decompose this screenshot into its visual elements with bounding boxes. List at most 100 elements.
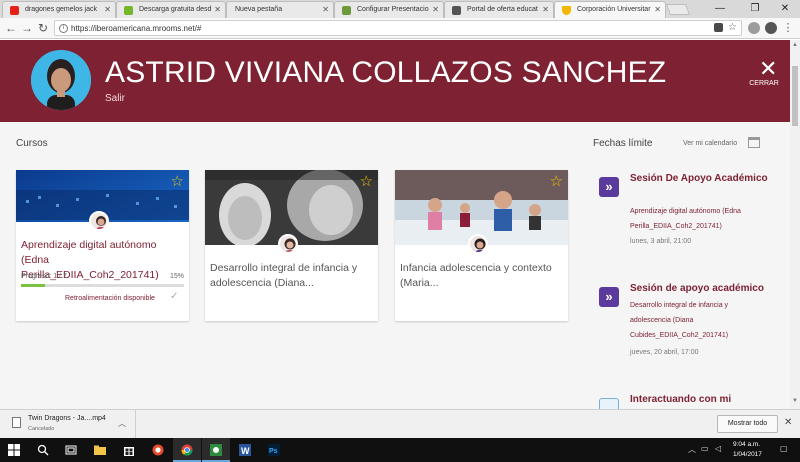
- forward-arrow-icon[interactable]: →: [20, 21, 34, 35]
- menu-icon[interactable]: ⋮: [781, 21, 795, 35]
- close-tab-icon[interactable]: ✕: [214, 5, 221, 14]
- browser-tab-title: Portal de oferta educat: [467, 6, 538, 13]
- restore-window-icon[interactable]: ❐: [740, 0, 770, 18]
- taskbar-app-button[interactable]: [144, 438, 172, 462]
- favorite-star-icon[interactable]: ☆: [360, 174, 373, 189]
- browser-tab-1[interactable]: dragones gemelos jack ✕: [2, 1, 116, 18]
- network-icon[interactable]: ▭: [701, 444, 709, 453]
- user-avatar[interactable]: [31, 50, 91, 110]
- browser-tab-5[interactable]: Portal de oferta educat ✕: [444, 1, 554, 18]
- taskbar-search-button[interactable]: [29, 438, 57, 462]
- browser-tab-4[interactable]: Configurar Presentacio ✕: [334, 1, 444, 18]
- svg-text:Ps: Ps: [269, 448, 278, 455]
- minimize-window-icon[interactable]: —: [705, 0, 735, 18]
- scroll-up-icon[interactable]: ▲: [790, 42, 800, 48]
- page-scrollbar[interactable]: ▲ ▼: [790, 40, 800, 409]
- teacher-avatar: [278, 234, 298, 254]
- back-arrow-icon[interactable]: ←: [4, 21, 18, 35]
- clock-time[interactable]: 9:04 a.m.: [733, 441, 760, 448]
- task-view-button[interactable]: [57, 438, 85, 462]
- file-explorer-button[interactable]: [86, 438, 114, 462]
- favorite-star-icon[interactable]: ☆: [550, 174, 563, 189]
- word-taskbar-button[interactable]: W: [231, 438, 259, 462]
- address-bar[interactable]: i https://iberoamericana.mrooms.net/# ☆: [54, 20, 742, 36]
- course-title-link[interactable]: Desarrollo integral de infancia y adoles…: [210, 261, 375, 291]
- reload-icon[interactable]: ↻: [36, 21, 50, 35]
- extension-cloud-icon[interactable]: [748, 22, 760, 34]
- event-document-icon: [599, 398, 619, 409]
- scroll-down-icon[interactable]: ▼: [790, 398, 800, 404]
- progress-percent: 15%: [169, 273, 184, 280]
- calendar-icon[interactable]: [748, 137, 760, 148]
- taskbar-app-button[interactable]: [202, 438, 230, 462]
- close-tab-icon[interactable]: ✕: [432, 5, 439, 14]
- chrome-icon: [181, 444, 193, 456]
- close-tab-icon[interactable]: ✕: [322, 5, 329, 14]
- favorite-star-icon[interactable]: ☆: [171, 174, 184, 189]
- profile-icon[interactable]: [765, 22, 777, 34]
- download-status: Cancelado: [28, 426, 55, 432]
- courses-section-title: Cursos: [16, 138, 48, 149]
- windows-taskbar: W Ps ︿ ▭ ◁ 9:04 a.m. 1/04/2017 ▢: [0, 438, 800, 462]
- notifications-icon[interactable]: ▢: [780, 444, 788, 453]
- store-button[interactable]: [115, 438, 143, 462]
- progress-bar: [21, 284, 184, 287]
- close-dashboard-button[interactable]: ✕ CERRAR: [744, 58, 784, 90]
- browser-tab-6-active[interactable]: Corporación Universitar ✕: [554, 1, 666, 18]
- event-title-link[interactable]: Interactuando con mi: [630, 392, 780, 407]
- close-icon: ✕: [759, 56, 778, 81]
- scrollbar-thumb[interactable]: [792, 66, 798, 126]
- view-calendar-link[interactable]: Ver mi calendario: [683, 140, 737, 147]
- close-window-icon[interactable]: ✕: [770, 0, 800, 18]
- event-title-link[interactable]: Sesión De Apoyo Académico: [630, 171, 780, 186]
- close-tab-icon[interactable]: ✕: [104, 5, 111, 14]
- photoshop-taskbar-button[interactable]: Ps: [260, 438, 288, 462]
- task-view-icon: [65, 445, 77, 455]
- volume-icon[interactable]: ◁: [715, 444, 721, 453]
- chevron-up-icon[interactable]: ︿: [118, 418, 126, 429]
- download-item[interactable]: Twin Dragons - Ja....mp4 Cancelado ︿: [0, 410, 136, 439]
- deadlines-section-title: Fechas límite: [593, 138, 653, 149]
- user-photo-icon: [31, 50, 91, 110]
- browser-tab-2[interactable]: Descarga gratuita desd ✕: [116, 1, 226, 18]
- event-title-link[interactable]: Sesión de apoyo académico: [630, 281, 780, 296]
- feedback-link[interactable]: Retroalimentación disponible: [65, 295, 155, 302]
- browser-toolbar: ← → ↻ i https://iberoamericana.mrooms.ne…: [0, 18, 800, 39]
- course-banner-image: [16, 170, 189, 245]
- clock-date[interactable]: 1/04/2017: [733, 451, 762, 458]
- file-icon: [12, 417, 21, 428]
- store-bag-icon: [124, 447, 134, 456]
- course-card[interactable]: ☆ Infancia adolescencia y contexto (Mari…: [395, 170, 568, 321]
- course-card[interactable]: ☆ Desarrollo integral de infancia y adol…: [205, 170, 378, 321]
- progress-label: Progreso: 1 / 7: [21, 273, 67, 280]
- download-file-name: Twin Dragons - Ja....mp4: [28, 415, 106, 422]
- word-icon: W: [239, 444, 251, 456]
- course-title-link[interactable]: Infancia adolescencia y contexto (Maria.…: [400, 261, 565, 291]
- event-date: jueves, 20 abril, 17:00: [630, 349, 699, 356]
- document-favicon-icon: [342, 6, 351, 15]
- event-course-link[interactable]: Desarrollo integral de infancia y adoles…: [630, 298, 770, 343]
- svg-text:W: W: [241, 446, 250, 456]
- info-icon[interactable]: i: [59, 24, 68, 33]
- show-all-downloads-button[interactable]: Mostrar todo: [717, 415, 778, 433]
- close-tab-icon[interactable]: ✕: [654, 5, 661, 14]
- youtube-favicon-icon: [10, 6, 19, 15]
- event-course-link[interactable]: Aprendizaje digital autónomo (Edna Peril…: [630, 204, 770, 234]
- browser-tab-title: Corporación Universitar: [577, 6, 651, 13]
- chrome-taskbar-button[interactable]: [173, 438, 201, 462]
- browser-tab-title: dragones gemelos jack: [25, 6, 97, 13]
- address-url: https://iberoamericana.mrooms.net/#: [71, 24, 202, 33]
- chevron-up-tray-icon[interactable]: ︿: [688, 444, 696, 455]
- start-button[interactable]: [0, 438, 28, 462]
- profile-header: ASTRID VIVIANA COLLAZOS SANCHEZ Salir ✕ …: [0, 40, 790, 122]
- logout-link[interactable]: Salir: [105, 93, 125, 104]
- app-circle-icon: [152, 444, 164, 456]
- portal-favicon-icon: [452, 6, 461, 15]
- bookmark-star-icon[interactable]: ☆: [728, 22, 737, 33]
- close-tab-icon[interactable]: ✕: [542, 5, 549, 14]
- course-card[interactable]: ☆ Aprendizaje digital autónomo (Edna Per…: [16, 170, 189, 321]
- extension-icon[interactable]: [714, 23, 723, 32]
- new-tab-button[interactable]: [665, 4, 691, 15]
- browser-tab-3[interactable]: Nueva pestaña ✕: [226, 1, 334, 18]
- close-download-bar-icon[interactable]: ✕: [784, 417, 792, 428]
